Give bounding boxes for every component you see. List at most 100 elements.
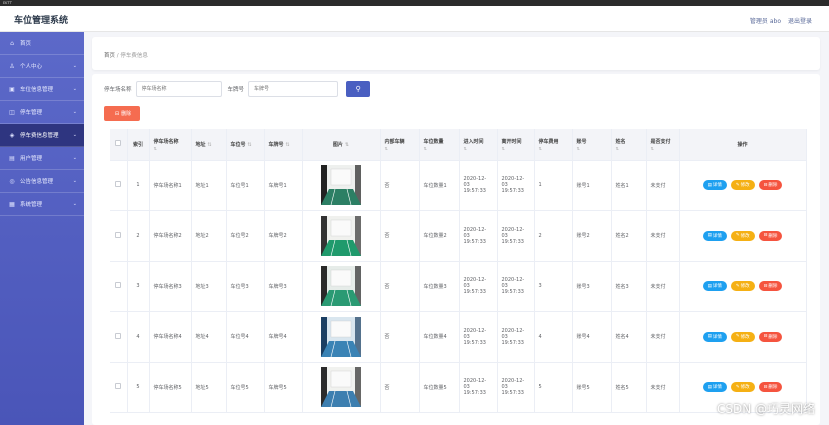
column-header[interactable]: 是否支付 ⇅ — [646, 129, 680, 161]
sort-icon[interactable]: ⇅ — [345, 142, 349, 148]
sidebar-item-0[interactable]: ⌂ 首页 — [0, 32, 84, 55]
cell-count: 车位数量4 — [419, 311, 460, 363]
column-header[interactable]: 车位数量 ⇅ — [419, 129, 460, 161]
edit-button[interactable]: ✎ 修改 — [730, 382, 755, 393]
detail-button[interactable]: ▤ 详情 — [702, 382, 727, 393]
plate-input[interactable] — [248, 81, 339, 97]
sidebar-item-3[interactable]: ◫ 停车管理 ⌄ — [0, 101, 84, 124]
column-header[interactable]: 操作 — [679, 129, 807, 161]
chevron-down-icon: ⌄ — [72, 155, 77, 161]
chevron-down-icon: ⌄ — [72, 178, 77, 184]
sidebar-item-5[interactable]: ▤ 用户管理 ⌄ — [0, 147, 84, 170]
delete-label: 删除 — [768, 284, 778, 290]
sort-icon[interactable]: ⇅ — [616, 146, 642, 151]
row-checkbox[interactable] — [115, 181, 122, 188]
parking-photo-image[interactable] — [321, 266, 361, 307]
parking-photo-image[interactable] — [321, 215, 361, 256]
column-header[interactable]: 账号 ⇅ — [572, 129, 612, 161]
column-header[interactable]: 离开时间 ⇅ — [497, 129, 535, 161]
search-button[interactable]: ⚲ — [346, 81, 371, 97]
edit-button[interactable]: ✎ 修改 — [730, 331, 755, 342]
cell-internal: 否 — [380, 160, 420, 211]
column-header-label: 车牌号 — [268, 141, 284, 148]
parking-photo-image[interactable] — [321, 316, 361, 357]
sort-icon[interactable]: ⇅ — [502, 146, 530, 151]
detail-button[interactable]: ▤ 详情 — [702, 180, 727, 191]
parking-photo-image[interactable] — [321, 165, 361, 206]
cell-lot: 停车场名称1 — [149, 160, 192, 211]
batch-delete-label: 删除 — [121, 111, 132, 117]
select-all-checkbox[interactable] — [115, 140, 122, 147]
sort-icon[interactable]: ⇅ — [539, 146, 568, 151]
row-checkbox[interactable] — [115, 383, 122, 390]
edit-button[interactable]: ✎ 修改 — [730, 180, 755, 191]
cell-plate: 车牌号3 — [264, 261, 303, 312]
breadcrumb-current: 停车费信息 — [120, 53, 148, 59]
sidebar-item-1[interactable]: ♙ 个人中心 ⌄ — [0, 55, 84, 78]
breadcrumb-separator: / — [116, 53, 119, 59]
breadcrumb-card: 首页 / 停车费信息 — [92, 37, 820, 70]
sidebar-item-2[interactable]: ▣ 车位信息管理 ⌄ — [0, 78, 84, 101]
table-row[interactable]: 5 停车场名称5 地址5 车位号5 车牌号5 否车位数量5 2020-12-03 19:57… — [110, 362, 807, 413]
cell-addr: 地址3 — [191, 261, 227, 312]
cell-internal: 否 — [380, 362, 420, 413]
row-checkbox[interactable] — [115, 332, 122, 339]
sort-icon[interactable]: ⇅ — [248, 142, 252, 148]
column-header[interactable]: 索引 — [127, 129, 150, 161]
sidebar-item-7[interactable]: ▦ 系统管理 ⌄ — [0, 193, 84, 216]
row-checkbox[interactable] — [115, 282, 122, 289]
detail-icon: ▤ — [707, 233, 712, 239]
cell-fee: 1 — [534, 160, 573, 211]
cell-spot: 车位号2 — [226, 210, 265, 262]
edit-label: 修改 — [740, 183, 750, 189]
detail-button[interactable]: ▤ 详情 — [702, 281, 727, 292]
parking-photo-image[interactable] — [321, 367, 361, 408]
sidebar-item-6[interactable]: ◎ 公告信息管理 ⌄ — [0, 170, 84, 193]
lot-name-input[interactable] — [135, 81, 222, 97]
edit-label: 修改 — [740, 233, 750, 239]
table-body: 1 停车场名称1 地址1 车位号1 车牌号1 否车位数量1 2020-12-03 19:57… — [110, 160, 807, 413]
column-header[interactable]: 图片 ⇅ — [302, 129, 381, 161]
table-row[interactable]: 1 停车场名称1 地址1 车位号1 车牌号1 否车位数量1 2020-12-03 19:57… — [110, 160, 807, 211]
column-header[interactable]: 停车费用 ⇅ — [534, 129, 573, 161]
detail-button[interactable]: ▤ 详情 — [702, 331, 727, 342]
breadcrumb-home[interactable]: 首页 — [104, 53, 115, 59]
delete-button[interactable]: ⊟ 删除 — [758, 180, 783, 191]
cell-name: 姓名4 — [611, 311, 647, 363]
table-row[interactable]: 4 停车场名称4 地址4 车位号4 车牌号4 否车位数量4 2020-12-03 19:57… — [110, 311, 807, 363]
cell-enter: 2020-12-03 19:57:33 — [459, 210, 498, 262]
edit-button[interactable]: ✎ 修改 — [730, 281, 755, 292]
sort-icon[interactable]: ⇅ — [424, 146, 455, 151]
sort-icon[interactable]: ⇅ — [154, 146, 187, 151]
column-header[interactable]: 姓名 ⇅ — [611, 129, 647, 161]
sidebar-item-4[interactable]: ◈ 停车费信息管理 ⌄ — [0, 124, 84, 147]
delete-button[interactable]: ⊟ 删除 — [758, 230, 783, 241]
delete-button[interactable]: ⊟ 删除 — [758, 331, 783, 342]
sort-icon[interactable]: ⇅ — [385, 146, 415, 151]
column-header[interactable]: 车位号 ⇅ — [226, 129, 265, 161]
edit-button[interactable]: ✎ 修改 — [730, 230, 755, 241]
sort-icon[interactable]: ⇅ — [464, 146, 493, 151]
sort-icon[interactable]: ⇅ — [208, 142, 212, 148]
column-header-label: 离开时间 — [501, 138, 522, 145]
cell-count: 车位数量1 — [419, 160, 460, 211]
column-header[interactable]: 地址 ⇅ — [191, 129, 227, 161]
column-header[interactable]: 停车场名称 ⇅ — [149, 129, 192, 161]
table-row[interactable]: 3 停车场名称3 地址3 车位号3 车牌号3 否车位数量3 2020-12-03 19:57… — [110, 261, 807, 312]
delete-button[interactable]: ⊟ 删除 — [758, 281, 783, 292]
edit-icon: ✎ — [735, 182, 740, 188]
logout-link[interactable]: 退出登录 — [788, 16, 812, 25]
column-header[interactable]: 内部车辆 ⇅ — [380, 129, 420, 161]
table-row[interactable]: 2 停车场名称2 地址2 车位号2 车牌号2 否车位数量2 2020-12-03 19:57… — [110, 210, 807, 262]
batch-delete-button[interactable]: ⊟ 删除 — [104, 106, 140, 121]
current-user[interactable]: 管理员 abo — [750, 16, 781, 25]
sort-icon[interactable]: ⇅ — [577, 146, 607, 151]
sort-icon[interactable]: ⇅ — [651, 146, 675, 151]
row-checkbox[interactable] — [115, 231, 122, 238]
column-header[interactable]: 车牌号 ⇅ — [264, 129, 303, 161]
delete-button[interactable]: ⊟ 删除 — [758, 382, 783, 393]
column-header[interactable]: 进入时间 ⇅ — [459, 129, 498, 161]
cell-lot: 停车场名称4 — [149, 311, 192, 363]
detail-button[interactable]: ▤ 详情 — [702, 230, 727, 241]
sort-icon[interactable]: ⇅ — [286, 142, 290, 148]
